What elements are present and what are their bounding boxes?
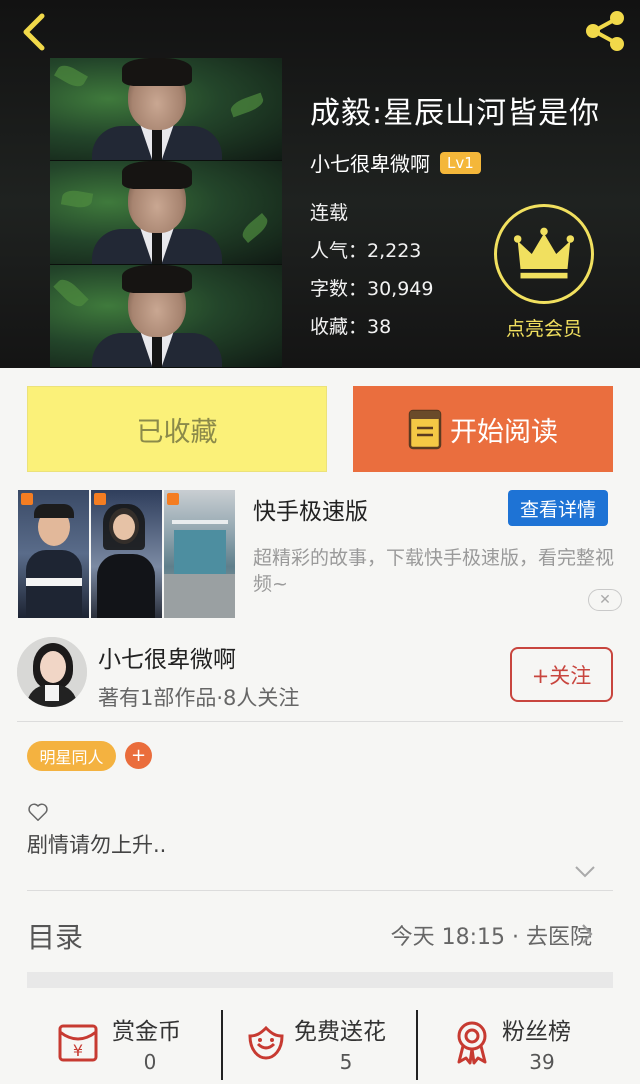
follow-label: +关注 bbox=[531, 663, 592, 688]
ad-detail-label: 查看详情 bbox=[519, 498, 596, 521]
book-cover-image[interactable] bbox=[50, 58, 282, 368]
ad-thumbnail-1[interactable] bbox=[18, 490, 89, 618]
favorited-button[interactable]: 已收藏 bbox=[27, 386, 327, 472]
toc-label[interactable]: 目录 bbox=[27, 916, 83, 956]
separator bbox=[221, 1010, 223, 1080]
divider bbox=[27, 890, 613, 891]
heart-icon[interactable] bbox=[27, 801, 49, 823]
serial-status: 连载 bbox=[310, 202, 349, 224]
favorited-label: 已收藏 bbox=[136, 416, 218, 448]
separator bbox=[416, 1010, 418, 1080]
ad-close-button[interactable]: ✕ bbox=[588, 589, 622, 611]
ad-title[interactable]: 快手极速版 bbox=[253, 492, 368, 526]
add-tag-button[interactable]: + bbox=[125, 742, 152, 769]
flowers-label: 免费送花 bbox=[294, 1019, 386, 1045]
ad-thumbnail-3[interactable] bbox=[164, 490, 235, 618]
collections-stat: 收藏：38 bbox=[310, 316, 392, 338]
reward-coins-button[interactable]: ¥ 赏金币 0 bbox=[50, 1010, 220, 1080]
ad-thumbnail-2[interactable] bbox=[91, 490, 162, 618]
medal-icon bbox=[457, 1021, 487, 1065]
reward-label: 赏金币 bbox=[112, 1019, 181, 1045]
genre-tag[interactable]: 明星同人 bbox=[27, 741, 116, 771]
crown-icon bbox=[513, 227, 575, 279]
divider bbox=[17, 721, 623, 722]
back-arrow-icon[interactable] bbox=[14, 8, 58, 52]
fans-label: 粉丝榜 bbox=[502, 1019, 571, 1045]
word-count-stat: 字数：30,949 bbox=[310, 278, 434, 300]
author-name[interactable]: 小七很卑微啊 bbox=[310, 148, 430, 177]
flowers-count: 5 bbox=[339, 1050, 353, 1074]
follow-button[interactable]: +关注 bbox=[510, 647, 613, 702]
author-card-stats: 著有1部作品·8人关注 bbox=[98, 686, 300, 710]
send-flowers-button[interactable]: 免费送花 5 bbox=[240, 1010, 410, 1080]
bottom-action-bar: ¥ 赏金币 0 免费送花 5 粉丝榜 39 bbox=[0, 1000, 640, 1084]
author-card-name[interactable]: 小七很卑微啊 bbox=[98, 640, 236, 674]
share-icon[interactable] bbox=[580, 6, 630, 56]
fans-count: 39 bbox=[529, 1050, 555, 1074]
start-reading-button[interactable]: 开始阅读 bbox=[353, 386, 613, 472]
svg-text:¥: ¥ bbox=[73, 1041, 83, 1060]
author-row[interactable]: 小七很卑微啊 Lv1 bbox=[310, 148, 481, 177]
flower-icon bbox=[248, 1025, 284, 1060]
toc-latest-chapter[interactable]: 今天 18:15 · 去医院 bbox=[391, 919, 592, 951]
level-badge: Lv1 bbox=[440, 151, 481, 174]
book-icon bbox=[408, 409, 442, 450]
plus-icon: + bbox=[130, 745, 147, 766]
ad-detail-button[interactable]: 查看详情 bbox=[508, 490, 608, 526]
section-divider-bar bbox=[27, 972, 613, 988]
vip-label[interactable]: 点亮会员 bbox=[484, 314, 604, 341]
book-header: 成毅:星辰山河皆是你 小七很卑微啊 Lv1 连载 人气：2,223 字数：30,… bbox=[0, 0, 640, 368]
chevron-right-icon[interactable] bbox=[580, 922, 594, 946]
chevron-down-icon[interactable] bbox=[574, 864, 596, 880]
close-icon: ✕ bbox=[599, 592, 611, 608]
author-avatar[interactable] bbox=[17, 637, 87, 707]
reward-count: 0 bbox=[143, 1050, 157, 1074]
fans-ranking-button[interactable]: 粉丝榜 39 bbox=[446, 1010, 616, 1080]
synopsis-text: 剧情请勿上升.. bbox=[27, 833, 167, 857]
popularity-stat: 人气：2,223 bbox=[310, 240, 422, 262]
start-reading-label: 开始阅读 bbox=[450, 416, 558, 448]
vip-crown-button[interactable] bbox=[494, 204, 594, 304]
book-title: 成毅:星辰山河皆是你 bbox=[310, 96, 601, 131]
ad-description[interactable]: 超精彩的故事，下载快手极速版，看完整视频~ bbox=[253, 545, 625, 597]
red-envelope-icon: ¥ bbox=[58, 1024, 98, 1062]
